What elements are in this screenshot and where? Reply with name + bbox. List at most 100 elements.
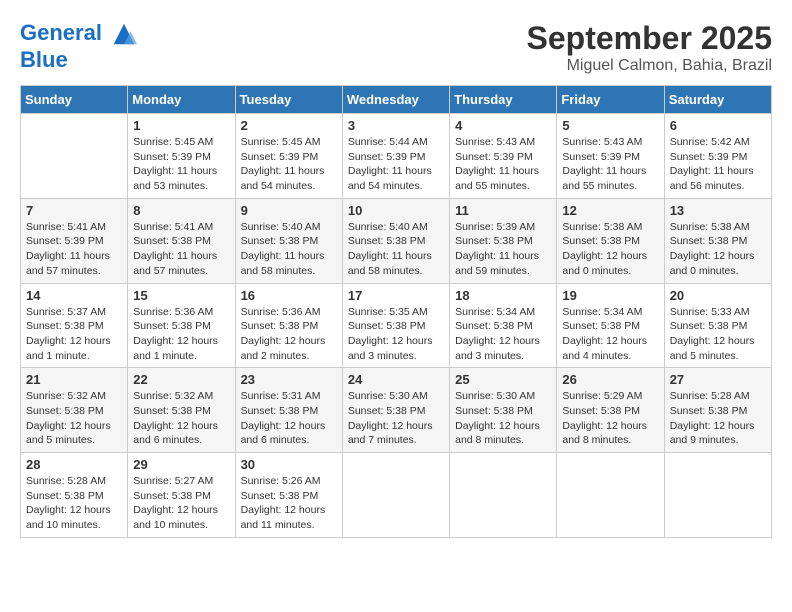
logo-blue: Blue [20, 48, 138, 72]
calendar-cell [557, 453, 664, 538]
calendar-cell: 11 Sunrise: 5:39 AM Sunset: 5:38 PM Dayli… [450, 198, 557, 283]
cell-info: Sunrise: 5:38 AM Sunset: 5:38 PM Dayligh… [562, 220, 658, 279]
cell-info: Sunrise: 5:45 AM Sunset: 5:39 PM Dayligh… [241, 135, 337, 194]
day-header-thursday: Thursday [450, 86, 557, 114]
day-number: 2 [241, 118, 337, 133]
cell-info: Sunrise: 5:44 AM Sunset: 5:39 PM Dayligh… [348, 135, 444, 194]
calendar-cell: 30Sunrise: 5:26 AM Sunset: 5:38 PM Dayli… [235, 453, 342, 538]
day-header-monday: Monday [128, 86, 235, 114]
day-number: 16 [241, 288, 337, 303]
cell-info: Sunrise: 5:38 AM Sunset: 5:38 PM Dayligh… [670, 220, 766, 279]
cell-info: Sunrise: 5:45 AM Sunset: 5:39 PM Dayligh… [133, 135, 229, 194]
logo-text: General [20, 20, 138, 48]
calendar-week-1: 1 Sunrise: 5:45 AM Sunset: 5:39 PM Daylig… [21, 114, 772, 199]
calendar-cell: 7Sunrise: 5:41 AM Sunset: 5:39 PM Daylig… [21, 198, 128, 283]
calendar-cell: 2 Sunrise: 5:45 AM Sunset: 5:39 PM Daylig… [235, 114, 342, 199]
calendar-week-3: 14 Sunrise: 5:37 AM Sunset: 5:38 PM Dayli… [21, 283, 772, 368]
calendar-week-2: 7Sunrise: 5:41 AM Sunset: 5:39 PM Daylig… [21, 198, 772, 283]
day-number: 7 [26, 203, 122, 218]
calendar-cell: 27Sunrise: 5:28 AM Sunset: 5:38 PM Dayli… [664, 368, 771, 453]
calendar-cell: 4 Sunrise: 5:43 AM Sunset: 5:39 PM Daylig… [450, 114, 557, 199]
calendar-cell: 22 Sunrise: 5:32 AM Sunset: 5:38 PM Dayli… [128, 368, 235, 453]
calendar-week-5: 28 Sunrise: 5:28 AM Sunset: 5:38 PM Dayli… [21, 453, 772, 538]
page-header: General Blue September 2025 Miguel Calmo… [20, 20, 772, 75]
month-title: September 2025 [527, 20, 772, 57]
day-number: 19 [562, 288, 658, 303]
cell-info: Sunrise: 5:34 AM Sunset: 5:38 PM Dayligh… [455, 305, 551, 364]
cell-info: Sunrise: 5:30 AM Sunset: 5:38 PM Dayligh… [455, 389, 551, 448]
day-number: 13 [670, 203, 766, 218]
calendar-cell: 6 Sunrise: 5:42 AM Sunset: 5:39 PM Daylig… [664, 114, 771, 199]
calendar-cell: 21 Sunrise: 5:32 AM Sunset: 5:38 PM Dayli… [21, 368, 128, 453]
cell-info: Sunrise: 5:35 AM Sunset: 5:38 PM Dayligh… [348, 305, 444, 364]
cell-info: Sunrise: 5:41 AM Sunset: 5:38 PM Dayligh… [133, 220, 229, 279]
cell-info: Sunrise: 5:40 AM Sunset: 5:38 PM Dayligh… [241, 220, 337, 279]
day-number: 11 [455, 203, 551, 218]
day-header-friday: Friday [557, 86, 664, 114]
day-number: 22 [133, 372, 229, 387]
day-header-sunday: Sunday [21, 86, 128, 114]
day-number: 14 [26, 288, 122, 303]
cell-info: Sunrise: 5:40 AM Sunset: 5:38 PM Dayligh… [348, 220, 444, 279]
day-number: 3 [348, 118, 444, 133]
day-number: 12 [562, 203, 658, 218]
day-number: 1 [133, 118, 229, 133]
calendar-cell: 9 Sunrise: 5:40 AM Sunset: 5:38 PM Daylig… [235, 198, 342, 283]
day-number: 27 [670, 372, 766, 387]
calendar-header-row: SundayMondayTuesdayWednesdayThursdayFrid… [21, 86, 772, 114]
calendar-cell [450, 453, 557, 538]
day-number: 6 [670, 118, 766, 133]
cell-info: Sunrise: 5:37 AM Sunset: 5:38 PM Dayligh… [26, 305, 122, 364]
calendar-cell: 8 Sunrise: 5:41 AM Sunset: 5:38 PM Daylig… [128, 198, 235, 283]
cell-info: Sunrise: 5:32 AM Sunset: 5:38 PM Dayligh… [26, 389, 122, 448]
calendar-cell: 17 Sunrise: 5:35 AM Sunset: 5:38 PM Dayli… [342, 283, 449, 368]
day-number: 24 [348, 372, 444, 387]
cell-info: Sunrise: 5:31 AM Sunset: 5:38 PM Dayligh… [241, 389, 337, 448]
calendar-cell: 24Sunrise: 5:30 AM Sunset: 5:38 PM Dayli… [342, 368, 449, 453]
cell-info: Sunrise: 5:34 AM Sunset: 5:38 PM Dayligh… [562, 305, 658, 364]
calendar-cell: 1 Sunrise: 5:45 AM Sunset: 5:39 PM Daylig… [128, 114, 235, 199]
day-number: 17 [348, 288, 444, 303]
cell-info: Sunrise: 5:27 AM Sunset: 5:38 PM Dayligh… [133, 474, 229, 533]
calendar-cell: 29 Sunrise: 5:27 AM Sunset: 5:38 PM Dayli… [128, 453, 235, 538]
day-number: 28 [26, 457, 122, 472]
calendar-cell: 25Sunrise: 5:30 AM Sunset: 5:38 PM Dayli… [450, 368, 557, 453]
day-number: 26 [562, 372, 658, 387]
title-block: September 2025 Miguel Calmon, Bahia, Bra… [527, 20, 772, 75]
cell-info: Sunrise: 5:32 AM Sunset: 5:38 PM Dayligh… [133, 389, 229, 448]
calendar-cell: 28 Sunrise: 5:28 AM Sunset: 5:38 PM Dayli… [21, 453, 128, 538]
calendar-cell: 5 Sunrise: 5:43 AM Sunset: 5:39 PM Daylig… [557, 114, 664, 199]
calendar-body: 1 Sunrise: 5:45 AM Sunset: 5:39 PM Daylig… [21, 114, 772, 538]
calendar-cell [21, 114, 128, 199]
cell-info: Sunrise: 5:29 AM Sunset: 5:38 PM Dayligh… [562, 389, 658, 448]
day-number: 20 [670, 288, 766, 303]
calendar-cell: 18 Sunrise: 5:34 AM Sunset: 5:38 PM Dayli… [450, 283, 557, 368]
cell-info: Sunrise: 5:28 AM Sunset: 5:38 PM Dayligh… [26, 474, 122, 533]
calendar-cell: 15Sunrise: 5:36 AM Sunset: 5:38 PM Dayli… [128, 283, 235, 368]
calendar-cell [664, 453, 771, 538]
calendar-cell: 14 Sunrise: 5:37 AM Sunset: 5:38 PM Dayli… [21, 283, 128, 368]
day-number: 4 [455, 118, 551, 133]
day-number: 18 [455, 288, 551, 303]
day-number: 23 [241, 372, 337, 387]
day-number: 8 [133, 203, 229, 218]
calendar-cell: 16Sunrise: 5:36 AM Sunset: 5:38 PM Dayli… [235, 283, 342, 368]
day-number: 21 [26, 372, 122, 387]
calendar-cell: 13 Sunrise: 5:38 AM Sunset: 5:38 PM Dayli… [664, 198, 771, 283]
cell-info: Sunrise: 5:36 AM Sunset: 5:38 PM Dayligh… [133, 305, 229, 364]
day-header-wednesday: Wednesday [342, 86, 449, 114]
location-title: Miguel Calmon, Bahia, Brazil [527, 57, 772, 75]
cell-info: Sunrise: 5:33 AM Sunset: 5:38 PM Dayligh… [670, 305, 766, 364]
cell-info: Sunrise: 5:42 AM Sunset: 5:39 PM Dayligh… [670, 135, 766, 194]
cell-info: Sunrise: 5:43 AM Sunset: 5:39 PM Dayligh… [455, 135, 551, 194]
day-number: 30 [241, 457, 337, 472]
calendar-cell: 20 Sunrise: 5:33 AM Sunset: 5:38 PM Dayli… [664, 283, 771, 368]
calendar-cell: 3 Sunrise: 5:44 AM Sunset: 5:39 PM Daylig… [342, 114, 449, 199]
calendar-cell: 26 Sunrise: 5:29 AM Sunset: 5:38 PM Dayli… [557, 368, 664, 453]
cell-info: Sunrise: 5:43 AM Sunset: 5:39 PM Dayligh… [562, 135, 658, 194]
day-number: 9 [241, 203, 337, 218]
cell-info: Sunrise: 5:39 AM Sunset: 5:38 PM Dayligh… [455, 220, 551, 279]
day-number: 5 [562, 118, 658, 133]
calendar-cell: 10Sunrise: 5:40 AM Sunset: 5:38 PM Dayli… [342, 198, 449, 283]
day-number: 29 [133, 457, 229, 472]
